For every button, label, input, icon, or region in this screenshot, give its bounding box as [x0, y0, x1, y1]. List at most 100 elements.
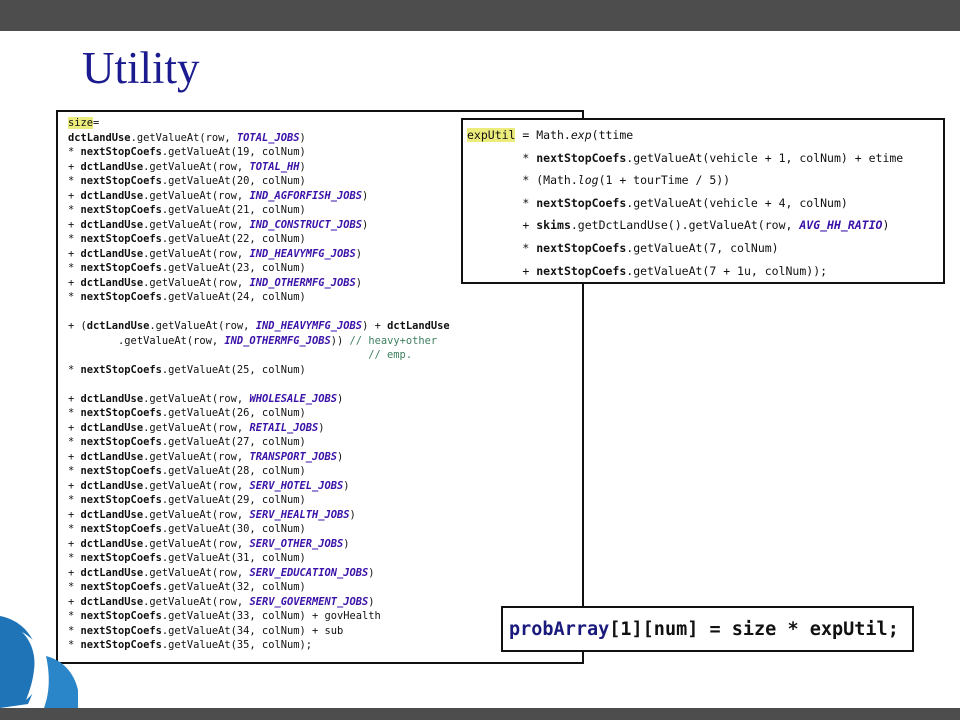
code-text: +: [68, 450, 81, 463]
code-identifier: dctLandUse: [80, 189, 144, 202]
exputil-code-text: expUtil = Math.exp(ttime * nextStopCoefs…: [467, 124, 943, 282]
probarray-identifier: probArray: [509, 618, 610, 640]
code-identifier: dctLandUse: [80, 479, 144, 492]
code-identifier: dctLandUse: [80, 595, 144, 608]
code-method: exp: [570, 128, 592, 142]
code-text: .getValueAt(row,: [130, 131, 237, 144]
code-text: ): [337, 392, 344, 405]
code-text: .getValueAt(7, colNum): [626, 240, 779, 255]
code-constant: SERV_HEALTH_JOBS: [249, 508, 350, 521]
code-text: ): [337, 450, 344, 463]
code-text: *: [68, 175, 81, 187]
code-identifier: dctLandUse: [80, 276, 144, 289]
code-constant: TOTAL_JOBS: [236, 131, 300, 144]
code-identifier: dctLandUse: [80, 160, 144, 173]
size-code-line: * nextStopCoefs.getValueAt(28, colNum): [68, 464, 582, 479]
code-text: ): [355, 247, 363, 260]
code-identifier: dctLandUse: [86, 320, 150, 332]
size-code-line: * nextStopCoefs.getValueAt(27, colNum): [68, 435, 582, 450]
code-text: .getValueAt(34, colNum) + sub: [161, 624, 344, 637]
code-text: ): [343, 479, 350, 492]
code-text: .getValueAt(29, colNum): [161, 494, 306, 506]
code-text: .getValueAt(vehicle + 4, colNum): [626, 195, 848, 210]
probarray-code-text: probArray[1][num] = size * expUtil;: [509, 619, 899, 640]
exputil-code-line: + nextStopCoefs.getValueAt(7 + 1u, colNu…: [467, 260, 943, 282]
code-constant: IND_HEAVYMFG_JOBS: [255, 320, 363, 332]
code-text: + (: [68, 320, 87, 332]
size-code-line: // emp.: [68, 348, 582, 363]
code-text: .getDctLandUse().getValueAt(row,: [570, 218, 800, 233]
code-text: .getValueAt(row,: [143, 189, 250, 202]
code-text: .getValueAt(25, colNum): [161, 363, 306, 376]
code-highlight: expUtil: [467, 128, 516, 142]
code-constant: SERV_EDUCATION_JOBS: [249, 566, 369, 579]
code-text: .getValueAt(row,: [143, 218, 250, 231]
exputil-code-line: expUtil = Math.exp(ttime: [467, 124, 943, 147]
code-text: *: [68, 581, 81, 593]
code-identifier: dctLandUse: [80, 566, 144, 579]
code-text: +: [68, 247, 81, 260]
code-text: +: [68, 160, 81, 173]
code-text: ): [368, 566, 375, 579]
code-text: .getValueAt(row,: [143, 508, 250, 521]
exputil-code-line: * nextStopCoefs.getValueAt(vehicle + 4, …: [467, 192, 943, 215]
bottom-bar: [0, 708, 960, 720]
probarray-code-block: probArray[1][num] = size * expUtil;: [501, 606, 914, 652]
code-identifier: dctLandUse: [80, 537, 144, 550]
size-code-line: + dctLandUse.getValueAt(row, SERV_EDUCAT…: [68, 566, 582, 581]
code-identifier: nextStopCoefs: [80, 262, 162, 274]
code-text: *: [467, 150, 537, 165]
code-highlight: size: [68, 117, 94, 129]
code-constant: SERV_HOTEL_JOBS: [249, 479, 344, 492]
code-identifier: dctLandUse: [68, 131, 131, 144]
code-text: .getValueAt(32, colNum): [161, 581, 306, 593]
code-identifier: nextStopCoefs: [80, 639, 162, 651]
code-text: .getValueAt(27, colNum): [161, 436, 306, 448]
code-method: log: [577, 173, 599, 188]
code-constant: IND_OTHERMFG_JOBS: [224, 334, 331, 347]
code-identifier: nextStopCoefs: [536, 263, 627, 278]
code-text: .getValueAt(vehicle + 1, colNum) + etime: [626, 150, 904, 165]
code-text: ): [349, 508, 356, 521]
code-text: .getValueAt(21, colNum): [161, 204, 306, 216]
exputil-code-line: * nextStopCoefs.getValueAt(vehicle + 1, …: [467, 147, 943, 170]
code-identifier: nextStopCoefs: [80, 494, 162, 506]
exputil-code-line: + skims.getDctLandUse().getValueAt(row, …: [467, 214, 943, 237]
code-text: =: [93, 117, 100, 129]
code-text: .getValueAt(20, colNum): [161, 175, 306, 187]
code-constant: SERV_GOVERMENT_JOBS: [249, 595, 369, 608]
code-text: +: [68, 595, 81, 608]
code-text: .getValueAt(row,: [143, 160, 250, 173]
code-identifier: nextStopCoefs: [80, 291, 162, 303]
code-identifier: nextStopCoefs: [80, 552, 162, 564]
code-text: .getValueAt(7 + 1u, colNum));: [626, 263, 828, 278]
code-text: .getValueAt(23, colNum): [161, 262, 306, 274]
code-constant: IND_OTHERMFG_JOBS: [249, 276, 356, 289]
code-constant: RETAIL_JOBS: [249, 421, 319, 434]
code-constant: IND_HEAVYMFG_JOBS: [249, 247, 356, 260]
code-text: .getValueAt(row,: [143, 479, 250, 492]
code-constant: WHOLESALE_JOBS: [249, 392, 338, 405]
code-text: +: [68, 276, 81, 289]
code-text: .getValueAt(row,: [143, 537, 250, 550]
size-code-line: + dctLandUse.getValueAt(row, RETAIL_JOBS…: [68, 421, 582, 436]
size-code-line: + dctLandUse.getValueAt(row, SERV_HEALTH…: [68, 508, 582, 523]
size-code-line: + (dctLandUse.getValueAt(row, IND_HEAVYM…: [68, 319, 582, 334]
code-text: *: [68, 523, 81, 535]
code-text: ) +: [362, 320, 388, 332]
size-code-line: [68, 377, 582, 392]
code-identifier: nextStopCoefs: [80, 436, 162, 448]
code-text: +: [68, 218, 81, 231]
code-identifier: nextStopCoefs: [80, 204, 162, 216]
size-code-line: * nextStopCoefs.getValueAt(31, colNum): [68, 551, 582, 566]
code-identifier: nextStopCoefs: [536, 150, 627, 165]
code-text: *: [68, 407, 81, 419]
code-text: *: [68, 552, 81, 564]
code-text: *: [68, 363, 81, 376]
size-code-line: * nextStopCoefs.getValueAt(26, colNum): [68, 406, 582, 421]
size-code-line: * nextStopCoefs.getValueAt(24, colNum): [68, 290, 582, 305]
code-identifier: dctLandUse: [387, 320, 450, 332]
code-identifier: dctLandUse: [80, 392, 144, 405]
code-text: *: [68, 233, 81, 245]
